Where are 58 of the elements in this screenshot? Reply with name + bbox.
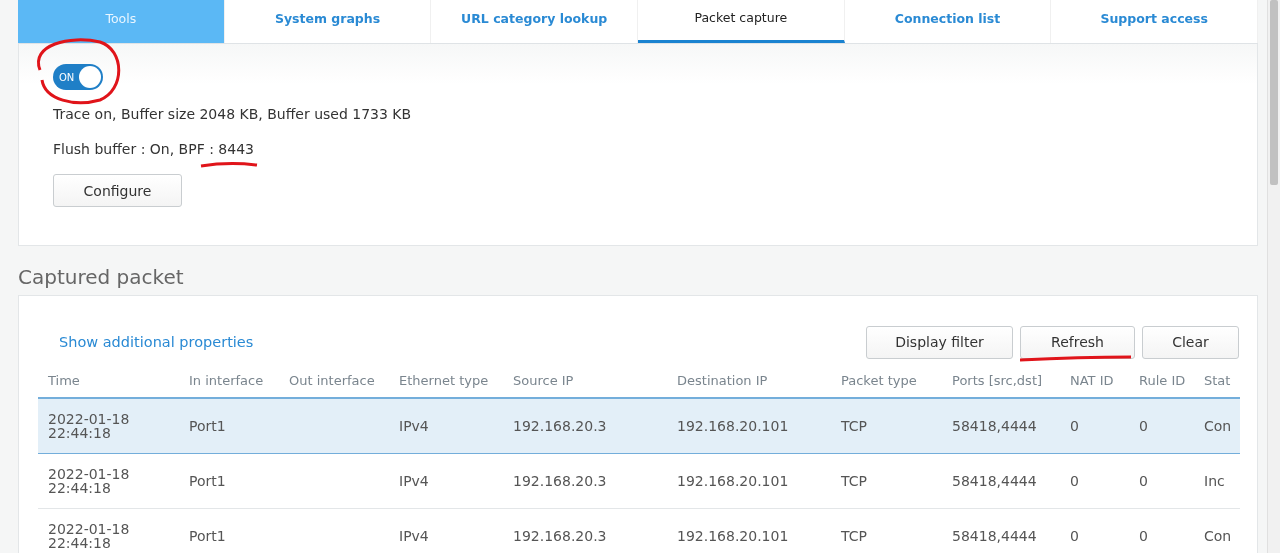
tab[interactable]: URL category lookup (431, 0, 638, 43)
table-row[interactable]: 2022-01-18 22:44:18 Port1 IPv4 192.168.20.3 192.168.20.101 TCP 58418,4444 0 0 Con (38, 399, 1240, 454)
tab[interactable]: Support access (1051, 0, 1259, 43)
table-cell-text: IPv4 (398, 474, 430, 488)
table-cell-text: 192.168.20.101 (676, 419, 790, 433)
table-cell-text: Port1 (188, 474, 227, 488)
table-cell-text: 192.168.20.101 (676, 474, 790, 488)
column-header[interactable]: Source IP (503, 372, 667, 388)
table-cell-text: 192.168.20.3 (512, 419, 608, 433)
table-cell-text: 192.168.20.3 (512, 529, 608, 543)
show-properties-link[interactable]: Show additional properties (59, 334, 254, 350)
tab[interactable]: Connection list (844, 0, 1052, 43)
table-cell-text: 0 (1069, 419, 1080, 433)
column-header[interactable]: Rule ID (1129, 372, 1202, 388)
status-text: Flush buffer : On, BPF : 8443 (53, 140, 255, 159)
table-cell-text: Con (1203, 529, 1233, 543)
section-title: Captured packet (18, 264, 185, 291)
column-header[interactable]: Out interface (279, 372, 389, 388)
configure-button[interactable]: Configure (53, 174, 182, 207)
status-text: Trace on, Buffer size 2048 KB, Buffer used 1733 KB (53, 105, 413, 124)
toggle-switch[interactable]: ON (53, 64, 103, 90)
table-cell-text: 58418,4444 (951, 529, 1038, 543)
table-cell-text: IPv4 (398, 419, 430, 433)
table-cell-text: TCP (840, 474, 868, 488)
table-cell-text: 2022-01-18 22:44:18 (47, 412, 131, 440)
table-cell-text: 192.168.20.3 (512, 474, 608, 488)
table-cell-text: 58418,4444 (951, 474, 1038, 488)
table-cell-text: IPv4 (398, 529, 430, 543)
table-cell-text: TCP (840, 529, 868, 543)
column-header[interactable]: Ports [src,dst] (942, 372, 1060, 388)
table-cell-text: TCP (840, 419, 868, 433)
tab[interactable]: System graphs (224, 0, 432, 43)
scrollbar[interactable] (1267, 0, 1280, 553)
hand-drawn-underline (200, 162, 258, 168)
table-cell-text: Port1 (188, 419, 227, 433)
toolbar-button[interactable]: Refresh (1020, 325, 1135, 359)
table-cell-text: 0 (1138, 419, 1149, 433)
column-header[interactable]: In interface (179, 372, 279, 388)
toolbar-button[interactable]: Clear (1142, 325, 1239, 359)
table-cell-text: Con (1203, 419, 1233, 433)
column-header[interactable]: Destination IP (667, 372, 831, 388)
table-cell-text: 192.168.20.101 (676, 529, 790, 543)
table-cell-text: 0 (1069, 529, 1080, 543)
table-cell-text: 0 (1069, 474, 1080, 488)
table-cell-text: 0 (1138, 474, 1149, 488)
column-header[interactable]: Time (38, 372, 179, 388)
table-cell-text: 58418,4444 (951, 419, 1038, 433)
column-header[interactable]: Packet type (831, 372, 942, 388)
table-cell-text: Port1 (188, 529, 227, 543)
table-cell-text: Inc (1203, 474, 1226, 488)
table-cell-text: 2022-01-18 22:44:18 (47, 467, 131, 495)
toolbar-button[interactable]: Display filter (866, 325, 1013, 359)
table-cell-text: 0 (1138, 529, 1149, 543)
column-header[interactable]: Stat (1202, 372, 1240, 388)
column-header[interactable]: NAT ID (1060, 372, 1129, 388)
section-tab[interactable]: Tools (18, 0, 225, 43)
column-header[interactable]: Ethernet type (389, 372, 503, 388)
table-cell-text: 2022-01-18 22:44:18 (47, 522, 131, 550)
